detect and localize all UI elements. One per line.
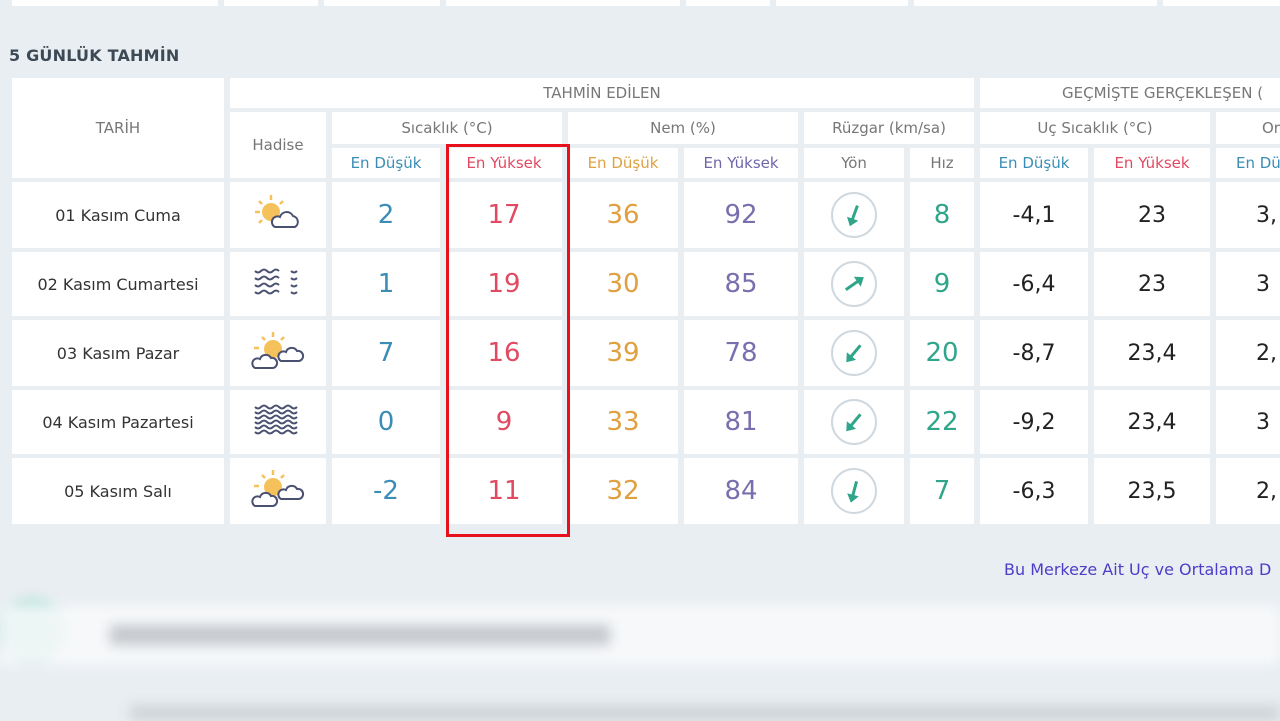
humidity-min: 32 xyxy=(568,458,678,524)
blurred-text xyxy=(130,705,1280,721)
wind-direction xyxy=(804,458,904,524)
past-min: -9,2 xyxy=(980,390,1088,454)
header-tahmin-edilen: TAHMİN EDİLEN xyxy=(230,78,974,108)
wind-speed: 8 xyxy=(910,182,974,248)
humidity-max: 85 xyxy=(684,252,798,316)
temp-min: 2 xyxy=(332,182,440,248)
past-min: -8,7 xyxy=(980,320,1088,386)
past-min: -6,3 xyxy=(980,458,1088,524)
temp-min: -2 xyxy=(332,458,440,524)
past-min: -6,4 xyxy=(980,252,1088,316)
temp-max: 19 xyxy=(446,252,562,316)
header-hum-min: En Düşük xyxy=(568,148,678,178)
header-hadise: Hadise xyxy=(230,112,326,178)
past-max: 23 xyxy=(1094,182,1210,248)
avg-min: 3 xyxy=(1216,390,1280,454)
header-temp-min: En Düşük xyxy=(332,148,440,178)
extremes-link[interactable]: Bu Merkeze Ait Uç ve Ortalama D xyxy=(1004,560,1271,579)
humidity-min: 33 xyxy=(568,390,678,454)
header-sicaklik: Sıcaklık (°C) xyxy=(332,112,562,144)
blurred-text xyxy=(110,625,610,645)
fog-icon xyxy=(253,404,303,440)
avg-min: 3 xyxy=(1216,252,1280,316)
humidity-min: 30 xyxy=(568,252,678,316)
humidity-max: 84 xyxy=(684,458,798,524)
temp-min: 7 xyxy=(332,320,440,386)
wind-direction xyxy=(804,182,904,248)
header-uc-sicaklik: Uç Sıcaklık (°C) xyxy=(980,112,1210,144)
header-hum-max: En Yüksek xyxy=(684,148,798,178)
forecast-table: TARİH TAHMİN EDİLEN GEÇMİŞTE GERÇEKLEŞEN… xyxy=(12,78,1280,524)
wind-speed: 7 xyxy=(910,458,974,524)
weather-cell xyxy=(230,182,326,248)
past-max: 23,4 xyxy=(1094,390,1210,454)
weather-cell xyxy=(230,390,326,454)
humidity-max: 92 xyxy=(684,182,798,248)
row-date: 02 Kasım Cumartesi xyxy=(12,252,224,316)
header-gecmiste: GEÇMİŞTE GERÇEKLEŞEN ( xyxy=(980,78,1280,108)
header-temp-max: En Yüksek xyxy=(446,148,562,178)
sun-two-clouds-icon xyxy=(251,331,305,375)
header-past-min: En Düşük xyxy=(980,148,1088,178)
humidity-min: 39 xyxy=(568,320,678,386)
temp-max: 16 xyxy=(446,320,562,386)
previous-table-bottom xyxy=(0,0,1280,6)
header-tarih: TARİH xyxy=(12,78,224,178)
avg-min: 2, xyxy=(1216,458,1280,524)
avg-min: 2, xyxy=(1216,320,1280,386)
wind-direction-icon xyxy=(831,399,877,445)
past-min: -4,1 xyxy=(980,182,1088,248)
wind-speed: 22 xyxy=(910,390,974,454)
wind-direction-icon xyxy=(831,192,877,238)
header-avg-min: En Dü xyxy=(1216,148,1280,178)
wind-direction xyxy=(804,390,904,454)
humidity-max: 78 xyxy=(684,320,798,386)
sun-cloud-icon xyxy=(253,193,303,237)
weather-cell xyxy=(230,458,326,524)
sun-two-clouds-icon xyxy=(251,469,305,513)
temp-max: 11 xyxy=(446,458,562,524)
row-date: 03 Kasım Pazar xyxy=(12,320,224,386)
row-date: 05 Kasım Salı xyxy=(12,458,224,524)
wind-direction-icon xyxy=(831,261,877,307)
humidity-max: 81 xyxy=(684,390,798,454)
temp-min: 1 xyxy=(332,252,440,316)
temp-min: 0 xyxy=(332,390,440,454)
wind-direction xyxy=(804,320,904,386)
row-date: 01 Kasım Cuma xyxy=(12,182,224,248)
past-max: 23,5 xyxy=(1094,458,1210,524)
section-title: 5 GÜNLÜK TAHMİN xyxy=(9,46,180,65)
row-date: 04 Kasım Pazartesi xyxy=(12,390,224,454)
wind-direction-icon xyxy=(831,330,877,376)
weather-cell xyxy=(230,252,326,316)
wind-speed: 9 xyxy=(910,252,974,316)
temp-max: 9 xyxy=(446,390,562,454)
wind-direction xyxy=(804,252,904,316)
wind-direction-icon xyxy=(831,468,877,514)
past-max: 23,4 xyxy=(1094,320,1210,386)
weather-cell xyxy=(230,320,326,386)
header-ortalama: Orta xyxy=(1216,112,1280,144)
fog-wind-icon xyxy=(253,267,303,301)
header-nem: Nem (%) xyxy=(568,112,798,144)
header-ruzgar: Rüzgar (km/sa) xyxy=(804,112,974,144)
header-yon: Yön xyxy=(804,148,904,178)
temp-max: 17 xyxy=(446,182,562,248)
past-max: 23 xyxy=(1094,252,1210,316)
wind-speed: 20 xyxy=(910,320,974,386)
header-past-max: En Yüksek xyxy=(1094,148,1210,178)
humidity-min: 36 xyxy=(568,182,678,248)
header-hiz: Hız xyxy=(910,148,974,178)
avg-min: 3, xyxy=(1216,182,1280,248)
